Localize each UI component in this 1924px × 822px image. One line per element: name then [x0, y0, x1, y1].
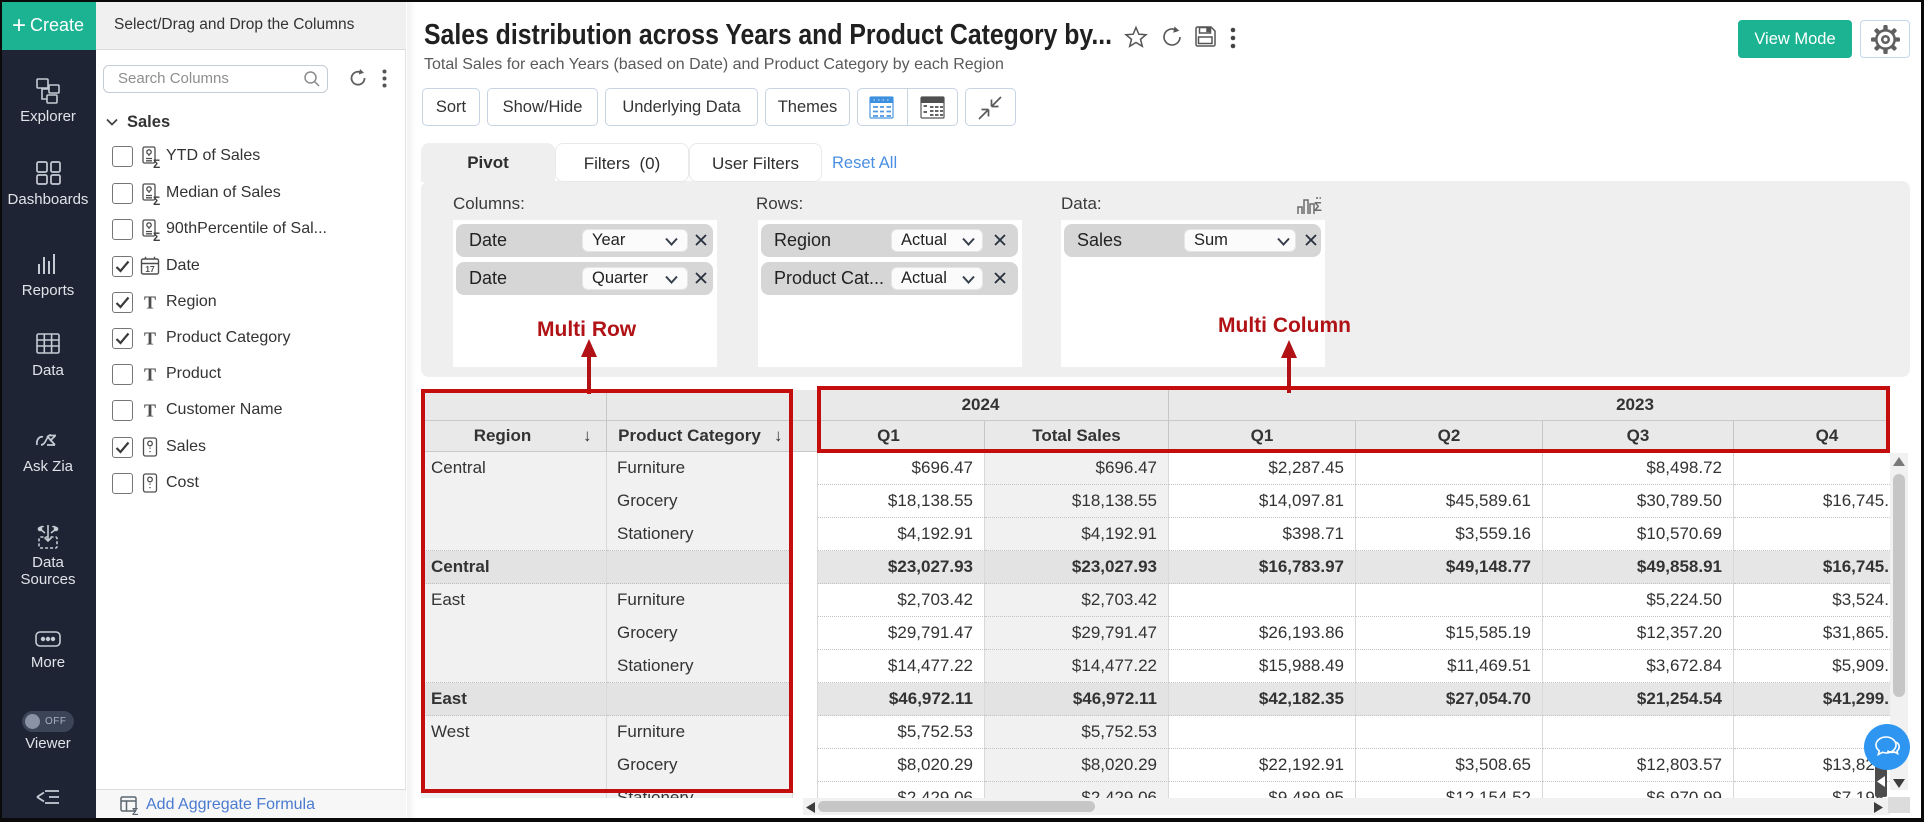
svg-text:Σ: Σ — [153, 194, 160, 205]
svg-text:Σ: Σ — [1314, 199, 1322, 214]
svg-text:17: 17 — [145, 264, 155, 274]
svg-text:T: T — [144, 329, 156, 349]
svg-text:T: T — [144, 293, 156, 313]
svg-text:T: T — [144, 401, 156, 421]
svg-text:Σ: Σ — [132, 806, 138, 815]
svg-text:T: T — [144, 365, 156, 385]
svg-text:Σ: Σ — [153, 157, 160, 168]
svg-text:Σ: Σ — [153, 230, 160, 241]
